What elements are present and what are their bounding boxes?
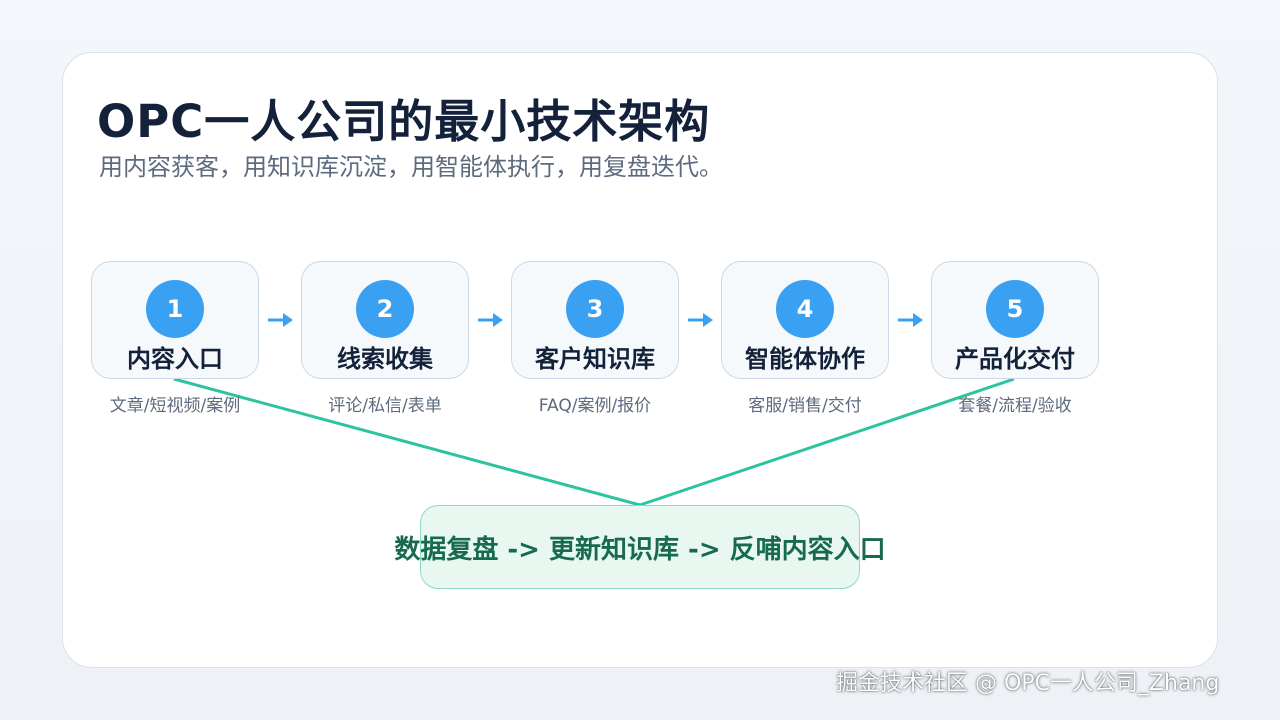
arrow-right-icon bbox=[688, 313, 713, 327]
watermark: 掘金技术社区 @ OPC一人公司_Zhang bbox=[836, 671, 1220, 696]
arrow-right-icon bbox=[478, 313, 503, 327]
step-number-badge: 5 bbox=[986, 280, 1044, 338]
step-subtitle: 文章/短视频/案例 bbox=[109, 396, 241, 416]
step-card-productized-delivery: 5 产品化交付 bbox=[931, 261, 1099, 379]
step-title: 线索收集 bbox=[337, 345, 433, 373]
step-title: 客户知识库 bbox=[535, 345, 655, 373]
feedback-loop-text: 数据复盘 -> 更新知识库 -> 反哺内容入口 bbox=[394, 534, 886, 565]
step-subtitle: 套餐/流程/验收 bbox=[958, 396, 1072, 416]
step-title: 内容入口 bbox=[127, 345, 223, 373]
step-title: 产品化交付 bbox=[955, 345, 1075, 373]
arrow-right-icon bbox=[268, 313, 293, 327]
step-number-badge: 1 bbox=[146, 280, 204, 338]
step-card-content-entry: 1 内容入口 bbox=[91, 261, 259, 379]
step-title: 智能体协作 bbox=[745, 345, 865, 373]
step-card-agent-collaboration: 4 智能体协作 bbox=[721, 261, 889, 379]
step-number-badge: 2 bbox=[356, 280, 414, 338]
step-subtitle: 评论/私信/表单 bbox=[328, 396, 442, 416]
step-number-badge: 4 bbox=[776, 280, 834, 338]
step-subtitle: 客服/销售/交付 bbox=[748, 396, 862, 416]
feedback-loop-box: 数据复盘 -> 更新知识库 -> 反哺内容入口 bbox=[394, 505, 886, 589]
step-card-customer-knowledge-base: 3 客户知识库 bbox=[511, 261, 679, 379]
step-number-badge: 3 bbox=[566, 280, 624, 338]
step-subtitle: FAQ/案例/报价 bbox=[538, 396, 652, 416]
arrow-right-icon bbox=[898, 313, 923, 327]
step-card-lead-collection: 2 线索收集 bbox=[301, 261, 469, 379]
